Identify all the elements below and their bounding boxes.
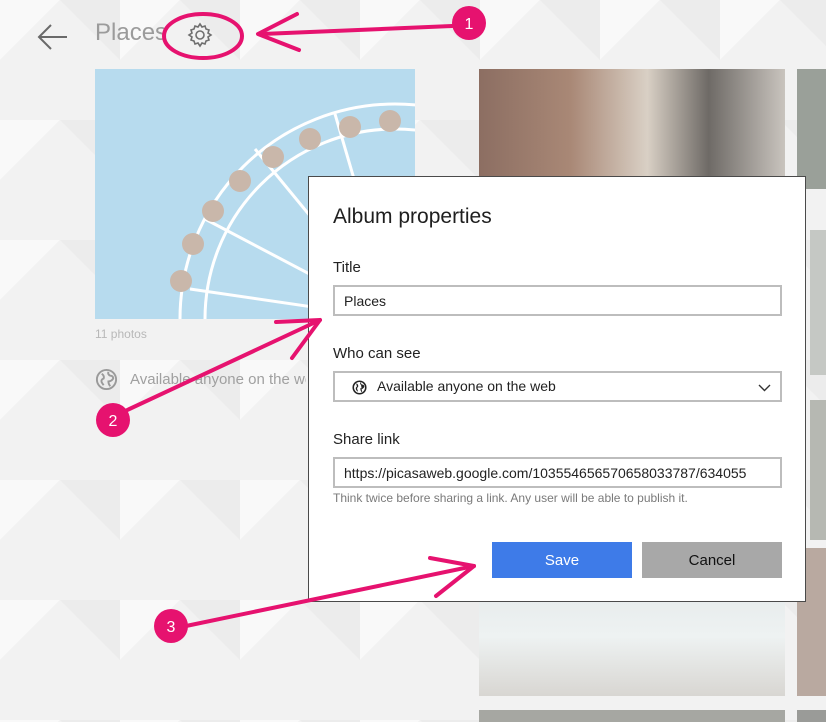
photo-tile[interactable] [797,69,826,189]
dialog-title: Album properties [333,205,492,228]
arrow-left-icon[interactable] [36,20,70,54]
title-input[interactable] [333,285,782,316]
chevron-down-icon [758,384,771,392]
share-link-label: Share link [333,431,400,448]
photo-tile[interactable] [479,710,785,722]
who-can-see-select[interactable]: Available anyone on the web [333,371,782,402]
who-can-see-value: Available anyone on the web [377,378,556,394]
share-link-hint: Think twice before sharing a link. Any u… [333,491,688,505]
who-can-see-label: Who can see [333,345,421,362]
share-link-input[interactable] [333,457,782,488]
photo-tile[interactable] [810,400,826,540]
globe-icon [352,380,367,395]
photo-tile[interactable] [797,710,826,722]
photo-tile[interactable] [810,230,826,375]
photo-tile[interactable] [479,69,785,176]
gear-icon[interactable] [186,21,214,49]
top-edge-glyph: ˇ [722,0,729,12]
photo-count: 11 photos [95,327,147,341]
title-label: Title [333,259,361,276]
visibility-text: Available anyone on the web [130,371,306,388]
album-properties-dialog: Album properties Title Who can see Avail… [308,176,806,602]
page-title: Places [95,19,168,46]
cancel-button[interactable]: Cancel [642,542,782,578]
globe-icon [95,368,118,391]
save-button[interactable]: Save [492,542,632,578]
